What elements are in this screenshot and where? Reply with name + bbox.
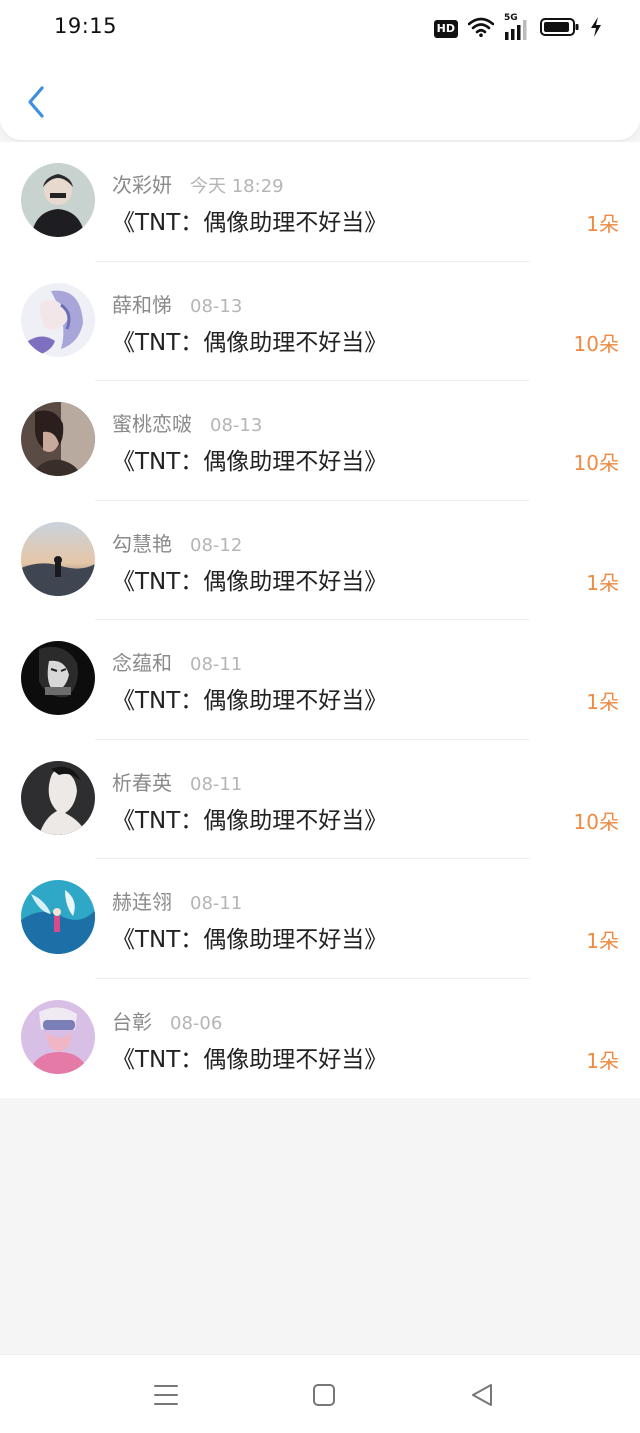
signal-5g-icon: 5G [504,13,530,40]
avatar[interactable] [21,760,95,835]
flower-amount: 1朵 [586,212,619,236]
gift-list: 次彩妍 今天 18:29 《TNT：偶像助理不好当》 1朵 薛和悌 08-13 … [0,142,640,1098]
avatar[interactable] [21,880,95,954]
system-nav-bar [0,1354,640,1433]
gift-date: 08-13 [210,415,263,436]
book-title[interactable]: 《TNT：偶像助理不好当》 [112,681,387,715]
chevron-left-icon [28,86,44,118]
item-meta: 薛和悌 08-13 [112,289,243,318]
list-item[interactable]: 次彩妍 今天 18:29 《TNT：偶像助理不好当》 1朵 [0,142,640,262]
sender-name[interactable]: 勾慧艳 [112,528,172,557]
gift-date: 08-11 [190,654,243,675]
gift-date: 08-12 [190,534,243,556]
charging-icon [590,17,602,41]
list-item[interactable]: 念蕴和 08-11 《TNT：偶像助理不好当》 1朵 [0,620,640,740]
gift-date: 08-13 [190,295,243,317]
flower-amount: 10朵 [573,331,619,356]
book-title[interactable]: 《TNT：偶像助理不好当》 [112,1040,387,1074]
sender-name[interactable]: 蜜桃恋啵 [112,408,192,437]
sender-name[interactable]: 次彩妍 [112,169,172,198]
avatar[interactable] [21,641,95,715]
flower-amount: 10朵 [573,451,619,475]
list-item[interactable]: 析春英 08-11 《TNT：偶像助理不好当》 10朵 [0,740,640,859]
item-meta: 次彩妍 今天 18:29 [112,169,284,198]
sender-name[interactable]: 台彰 [112,1006,152,1035]
item-meta: 析春英 08-11 [112,767,243,796]
flower-amount: 1朵 [586,690,619,714]
gift-date: 今天 18:29 [190,176,284,197]
gift-date: 08-11 [190,893,243,914]
book-title[interactable]: 《TNT：偶像助理不好当》 [112,920,387,954]
status-time: 19:15 [54,14,118,38]
battery-icon [540,17,580,41]
book-title[interactable]: 《TNT：偶像助理不好当》 [112,801,387,835]
hd-icon: HD [433,20,458,38]
item-meta: 念蕴和 08-11 [112,647,243,676]
item-meta: 台彰 08-06 [112,1006,223,1035]
back-nav-button[interactable] [462,1377,502,1413]
list-item[interactable]: 台彰 08-06 《TNT：偶像助理不好当》 1朵 [0,979,640,1099]
sender-name[interactable]: 赫连翎 [112,886,172,915]
flower-amount: 1朵 [586,1048,619,1073]
menu-icon [154,1385,178,1405]
book-title[interactable]: 《TNT：偶像助理不好当》 [112,562,387,596]
avatar[interactable] [21,282,95,357]
item-meta: 赫连翎 08-11 [112,886,243,915]
header [0,58,640,140]
book-title[interactable]: 《TNT：偶像助理不好当》 [112,203,387,237]
sender-name[interactable]: 念蕴和 [112,647,172,676]
wifi-icon [467,17,495,41]
status-bar: 19:15 HD 5G [0,0,640,58]
avatar[interactable] [21,402,95,476]
gift-date: 08-11 [190,773,243,795]
avatar[interactable] [21,999,95,1074]
flower-amount: 10朵 [573,809,619,834]
home-square-icon [313,1384,335,1406]
back-button[interactable] [18,82,54,122]
sender-name[interactable]: 薛和悌 [112,289,172,318]
back-triangle-icon [472,1384,492,1406]
list-item[interactable]: 赫连翎 08-11 《TNT：偶像助理不好当》 1朵 [0,859,640,979]
sender-name[interactable]: 析春英 [112,767,172,796]
gift-date: 08-06 [170,1012,223,1034]
item-meta: 蜜桃恋啵 08-13 [112,408,263,437]
item-meta: 勾慧艳 08-12 [112,528,243,557]
flower-amount: 1朵 [586,929,619,953]
avatar[interactable] [21,163,95,237]
list-item[interactable]: 蜜桃恋啵 08-13 《TNT：偶像助理不好当》 10朵 [0,381,640,501]
status-icons: HD 5G [433,13,602,42]
home-button[interactable] [304,1377,344,1413]
book-title[interactable]: 《TNT：偶像助理不好当》 [112,442,387,476]
flower-amount: 1朵 [586,570,619,595]
list-item[interactable]: 薛和悌 08-13 《TNT：偶像助理不好当》 10朵 [0,262,640,381]
menu-button[interactable] [146,1377,186,1413]
book-title[interactable]: 《TNT：偶像助理不好当》 [112,323,387,357]
list-item[interactable]: 勾慧艳 08-12 《TNT：偶像助理不好当》 1朵 [0,501,640,620]
avatar[interactable] [21,521,95,596]
